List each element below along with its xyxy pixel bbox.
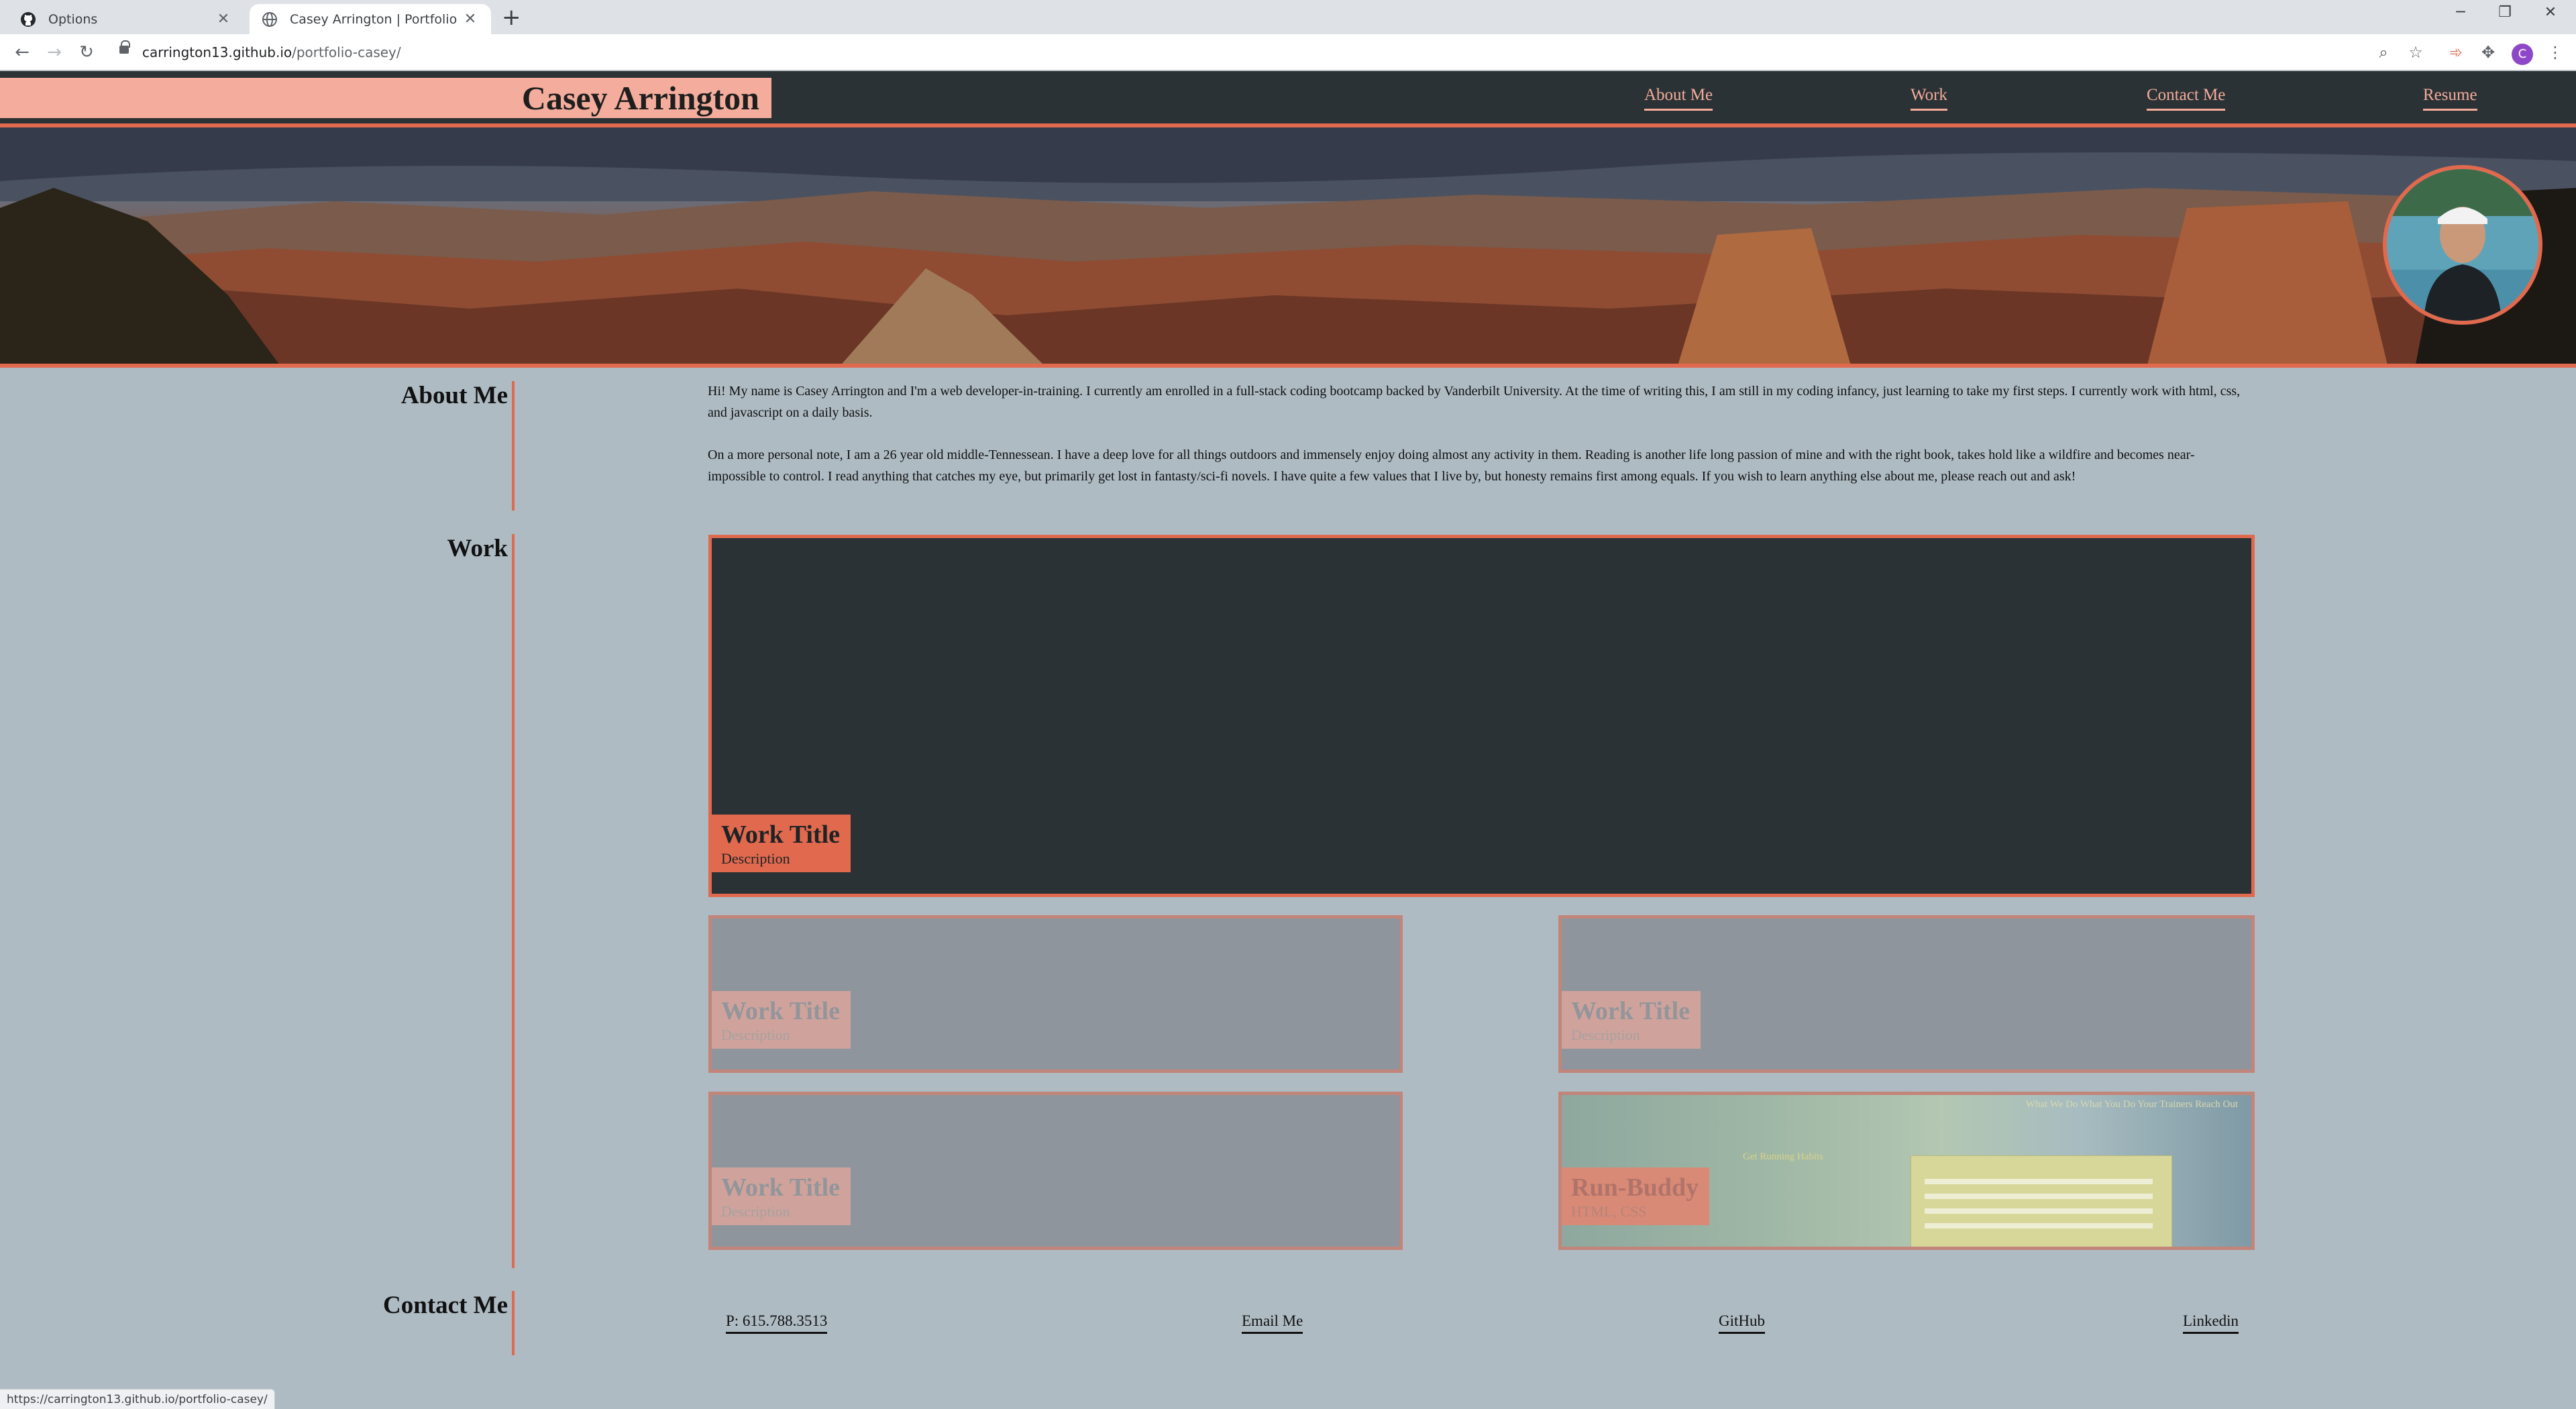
github-icon — [20, 11, 36, 28]
reload-icon[interactable]: ↻ — [75, 41, 98, 64]
work-title: Run-Buddy — [1571, 1173, 1699, 1202]
phone-link[interactable]: P: 615.788.3513 — [726, 1312, 828, 1334]
site-header: Casey Arrington About Me Work Contact Me… — [0, 71, 2576, 127]
linkedin-link[interactable]: Linkedin — [2183, 1312, 2239, 1334]
tab-portfolio[interactable]: Casey Arrington | Portfolio ✕ — [250, 4, 491, 34]
preview-headline: Get Running Habits — [1743, 1151, 1823, 1162]
work-card[interactable]: Work Title Description — [1558, 915, 2255, 1073]
work-label: Work Title Description — [712, 1167, 851, 1225]
work-label: Run-Buddy HTML, CSS — [1562, 1167, 1710, 1225]
work-description: Description — [1571, 1027, 1640, 1043]
work-description: Description — [721, 1203, 790, 1220]
nav-work[interactable]: Work — [1911, 85, 1947, 111]
kebab-menu-icon[interactable]: ⋮ — [2545, 43, 2565, 62]
url-path: /portfolio-casey/ — [292, 44, 401, 60]
contact-divider — [512, 1291, 515, 1355]
work-label: Work Title Description — [1562, 991, 1701, 1049]
about-text: Hi! My name is Casey Arrington and I'm a… — [708, 381, 2247, 487]
tab-title: Options — [48, 11, 98, 27]
work-title: Work Title — [1571, 997, 1690, 1025]
work-title: Work Title — [721, 1173, 841, 1202]
status-bar-url: https://carrington13.github.io/portfolio… — [0, 1389, 275, 1409]
tab-title: Casey Arrington | Portfolio — [290, 11, 458, 27]
browser-toolbar: ← → ↻ carrington13.github.io/portfolio-c… — [0, 34, 2576, 70]
site-name[interactable]: Casey Arrington — [522, 78, 759, 118]
work-card[interactable]: Work Title Description — [708, 1092, 1403, 1250]
restore-icon[interactable]: ❐ — [2485, 4, 2525, 21]
work-heading: Work — [447, 535, 508, 562]
about-me-heading: About Me — [400, 382, 508, 409]
nav-resume[interactable]: Resume — [2423, 85, 2477, 111]
work-card-run-buddy[interactable]: What We Do What You Do Your Trainers Rea… — [1558, 1092, 2255, 1250]
work-divider — [512, 534, 515, 1268]
new-tab-icon[interactable]: + — [502, 5, 521, 30]
star-bookmark-icon[interactable]: ☆ — [2406, 43, 2426, 62]
puzzle-extensions-icon[interactable]: ✥ — [2478, 43, 2498, 62]
forward-arrow-icon[interactable]: → — [43, 41, 66, 64]
contact-me-heading: Contact Me — [383, 1292, 508, 1319]
about-divider — [512, 381, 515, 511]
url-host: carrington13.github.io — [142, 44, 292, 60]
work-label: Work Title Description — [712, 991, 851, 1049]
minimize-icon[interactable]: ─ — [2440, 4, 2481, 21]
profile-photo — [2383, 165, 2542, 325]
profile-avatar[interactable]: C — [2512, 44, 2533, 65]
work-featured-card[interactable]: Work Title Description — [708, 535, 2255, 897]
work-description: HTML, CSS — [1571, 1203, 1647, 1220]
globe-icon — [262, 11, 278, 28]
brand-bar: Casey Arrington — [0, 78, 771, 118]
close-tab-icon[interactable]: ✕ — [215, 11, 232, 28]
address-bar[interactable]: carrington13.github.io/portfolio-casey/ — [142, 42, 401, 62]
tab-strip: Options ✕ Casey Arrington | Portfolio ✕ … — [0, 0, 2576, 34]
canyon-landscape — [0, 127, 2576, 364]
nav-about-me[interactable]: About Me — [1644, 85, 1713, 111]
lock-icon — [119, 40, 130, 54]
window-close-icon[interactable]: ✕ — [2530, 4, 2571, 21]
tab-options[interactable]: Options ✕ — [8, 4, 244, 34]
zoom-search-icon[interactable]: ⌕ — [2373, 43, 2394, 62]
hero-canyon-image — [0, 127, 2576, 368]
work-title: Work Title — [721, 821, 841, 849]
email-link[interactable]: Email Me — [1242, 1312, 1303, 1334]
about-paragraph: Hi! My name is Casey Arrington and I'm a… — [708, 384, 2241, 420]
close-tab-icon[interactable]: ✕ — [462, 11, 479, 28]
about-paragraph: On a more personal note, I am a 26 year … — [708, 448, 2195, 484]
work-description: Description — [721, 1027, 790, 1043]
preview-nav-text: What We Do What You Do Your Trainers Rea… — [2025, 1099, 2238, 1110]
nav-contact-me[interactable]: Contact Me — [2147, 85, 2226, 111]
work-label: Work Title Description — [712, 815, 851, 872]
work-card[interactable]: Work Title Description — [708, 915, 1403, 1073]
back-arrow-icon[interactable]: ← — [11, 41, 34, 64]
extension-icon[interactable]: ➾ — [2446, 43, 2466, 62]
preview-form — [1911, 1155, 2172, 1247]
github-link[interactable]: GitHub — [1719, 1312, 1765, 1334]
work-title: Work Title — [721, 997, 841, 1025]
work-description: Description — [721, 850, 790, 867]
